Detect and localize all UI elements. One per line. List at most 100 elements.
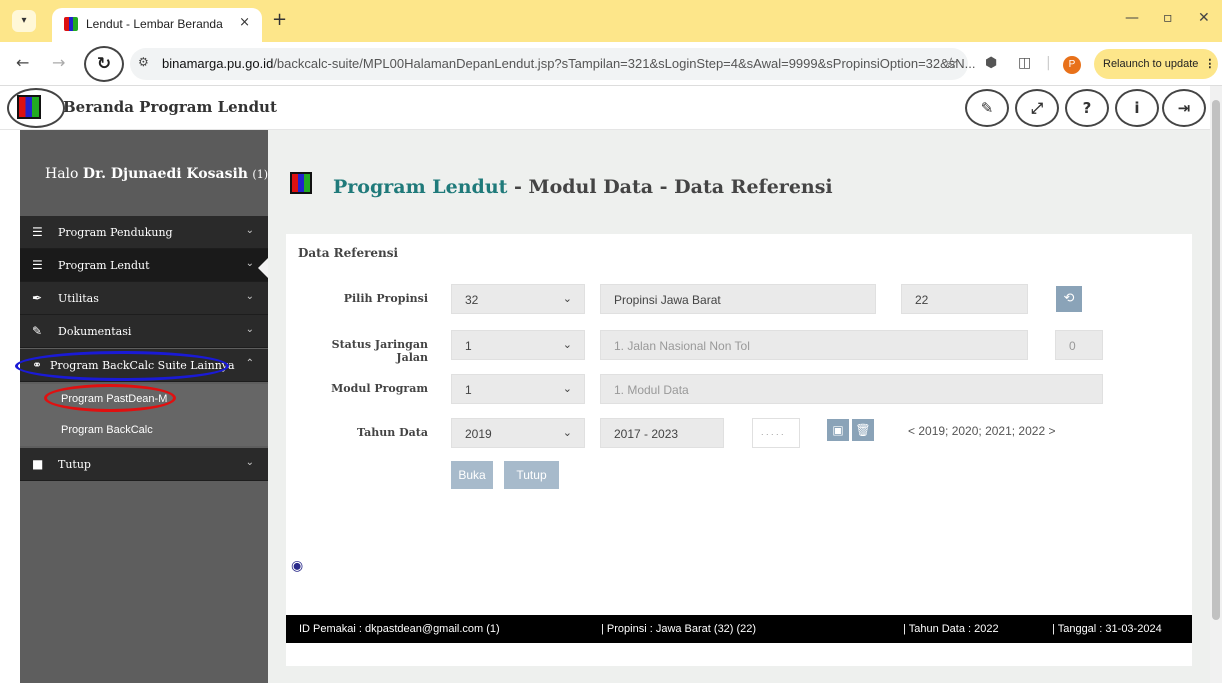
red-annotation-ellipse [44, 384, 176, 412]
status-jaringan-name-field: 1. Jalan Nasional Non Tol [600, 330, 1028, 360]
sidebar-item-tutup[interactable]: ■ Tutup ⌄ [20, 448, 268, 481]
bookmark-star-icon[interactable]: ☆ [945, 54, 958, 72]
main-content: Program Lendut - Modul Data - Data Refer… [268, 130, 1210, 683]
user-greeting: Halo Dr. Djunaedi Kosasih (1) [20, 130, 268, 216]
chevron-down-icon: ⌄ [245, 324, 254, 335]
page-title: Program Lendut - Modul Data - Data Refer… [333, 176, 833, 198]
toolbar-divider: | [1046, 55, 1051, 71]
tab-title: Lendut - Lembar Beranda [86, 17, 223, 31]
more-menu-icon[interactable]: ⋮ [1204, 58, 1215, 70]
tab-close-button[interactable]: × [239, 15, 250, 30]
tahun-extra-field[interactable]: . . . . . [752, 418, 800, 448]
page-scrollbar[interactable] [1210, 86, 1222, 683]
sidebar-item-label: Utilitas [58, 292, 99, 305]
modul-program-label: Modul Program [331, 382, 428, 395]
chevron-down-icon: ⌄ [245, 457, 254, 468]
address-bar[interactable]: ⚙ binamarga.pu.go.id/backcalc-suite/MPL0… [130, 48, 976, 80]
chevron-down-icon: ⌄ [562, 339, 572, 351]
tahun-data-select[interactable]: 2019 ⌄ [451, 418, 585, 448]
new-tab-button[interactable]: + [272, 9, 287, 30]
sidebar-item-label: Program Lendut [58, 259, 150, 272]
back-icon[interactable]: ← [16, 53, 29, 72]
blue-annotation-ellipse [15, 351, 229, 381]
sidebar-item-dokumentasi[interactable]: ✎ Dokumentasi ⌄ [20, 315, 268, 348]
url-text: binamarga.pu.go.id/backcalc-suite/MPL00H… [162, 56, 976, 71]
propinsi-label: Pilih Propinsi [343, 292, 428, 305]
page-logo-icon [290, 172, 312, 194]
status-tahun: | Tahun Data : 2022 [903, 623, 999, 635]
user-name: Dr. Djunaedi Kosasih [82, 166, 248, 182]
favicon-icon [64, 17, 78, 31]
trash-icon[interactable]: 🗑 [852, 419, 874, 441]
status-tanggal: | Tanggal : 31-03-2024 [1052, 623, 1162, 635]
tahun-select-value: 2019 [465, 427, 492, 441]
restore-icon[interactable]: ▫ [1163, 10, 1173, 26]
sidebar-item-label: Dokumentasi [58, 325, 132, 338]
help-icon[interactable]: ? [1065, 89, 1109, 127]
save-icon[interactable]: ▣ [827, 419, 849, 441]
stop-icon: ■ [32, 457, 44, 471]
panel-title: Data Referensi [298, 246, 399, 260]
relaunch-label: Relaunch to update [1103, 58, 1199, 70]
buka-button[interactable]: Buka [451, 461, 493, 489]
chevron-down-icon: ⌄ [562, 383, 572, 395]
site-settings-icon[interactable]: ⚙ [138, 55, 149, 69]
chevron-up-icon: ⌃ [245, 358, 254, 369]
tab-search-button[interactable]: ▾ [12, 10, 36, 32]
data-referensi-panel: Data Referensi Pilih Propinsi 32 ⌄ Propin… [286, 234, 1192, 666]
sidebar-subitem-backcalc[interactable]: Program BackCalc [20, 415, 268, 446]
status-jaringan-select[interactable]: 1 ⌄ [451, 330, 585, 360]
minimize-icon[interactable]: — [1125, 10, 1139, 26]
app-title: Beranda Program Lendut [63, 98, 277, 116]
status-bar: ID Pemakai : dkpastdean@gmail.com (1) | … [286, 615, 1192, 643]
forward-icon[interactable]: → [52, 53, 65, 72]
status-select-value: 1 [465, 339, 472, 353]
chevron-down-icon: ⌄ [245, 258, 254, 269]
status-jaringan-label: Status Jaringan Jalan [331, 338, 428, 364]
feather-icon: ✒ [32, 291, 43, 305]
app-header: Beranda Program Lendut ✎ ⤢ ? i ⇥ [0, 86, 1210, 130]
propinsi-select-value: 32 [465, 293, 479, 307]
sidebar-item-utilitas[interactable]: ✒ Utilitas ⌄ [20, 282, 268, 315]
modul-program-select[interactable]: 1 ⌄ [451, 374, 585, 404]
page-title-rest: - Modul Data - Data Referensi [507, 176, 833, 198]
profile-avatar[interactable]: P [1063, 56, 1081, 74]
extensions-puzzle-icon[interactable]: ◫ [1018, 55, 1031, 71]
chevron-down-icon: ⌄ [562, 293, 572, 305]
browser-tab-bar: ▾ Lendut - Lembar Beranda × + — ▫ ✕ [0, 0, 1222, 42]
logout-icon[interactable]: ⇥ [1162, 89, 1206, 127]
status-user: ID Pemakai : dkpastdean@gmail.com (1) [299, 623, 500, 635]
browser-toolbar: ← → ↻ ⚙ binamarga.pu.go.id/backcalc-suit… [0, 42, 1222, 86]
reload-icon[interactable]: ↻ [84, 46, 124, 82]
list-icon: ☰ [32, 225, 43, 239]
propinsi-code-field: 22 [901, 284, 1028, 314]
status-count-field: 0 [1055, 330, 1103, 360]
relaunch-button[interactable]: Relaunch to update ⋮ [1094, 49, 1218, 79]
propinsi-select[interactable]: 32 ⌄ [451, 284, 585, 314]
sidebar-item-label: Tutup [58, 458, 91, 471]
tutup-button[interactable]: Tutup [504, 461, 559, 489]
refresh-propinsi-icon[interactable]: ⟲ [1056, 286, 1082, 312]
scrollbar-thumb[interactable] [1212, 100, 1220, 620]
page-title-highlight: Program Lendut [333, 176, 508, 198]
sidebar-item-program-pendukung[interactable]: ☰ Program Pendukung ⌄ [20, 216, 268, 249]
sidebar: Halo Dr. Djunaedi Kosasih (1) ☰ Program … [15, 130, 270, 683]
tahun-range-field: 2017 - 2023 [600, 418, 724, 448]
info-icon[interactable]: i [1115, 89, 1159, 127]
chevron-down-icon: ⌄ [245, 225, 254, 236]
list-icon: ☰ [32, 258, 43, 272]
user-id: (1) [252, 168, 269, 181]
extension-shield-icon[interactable]: ⬢ [985, 55, 997, 71]
available-years-note: < 2019; 2020; 2021; 2022 > [908, 424, 1056, 438]
propinsi-name-field: Propinsi Jawa Barat [600, 284, 876, 314]
app-logo-icon[interactable] [17, 95, 41, 119]
expand-icon[interactable]: ⤢ [1015, 89, 1059, 127]
window-close-icon[interactable]: ✕ [1198, 10, 1210, 26]
pencil-icon: ✎ [32, 324, 43, 338]
status-propinsi: | Propinsi : Jawa Barat (32) (22) [601, 623, 757, 635]
sidebar-item-program-lendut[interactable]: ☰ Program Lendut ⌄ [20, 249, 268, 282]
eye-icon[interactable]: ◉ [291, 558, 303, 574]
greeting-prefix: Halo [45, 166, 79, 182]
pencil-icon[interactable]: ✎ [965, 89, 1009, 127]
browser-tab[interactable]: Lendut - Lembar Beranda × [52, 8, 262, 42]
